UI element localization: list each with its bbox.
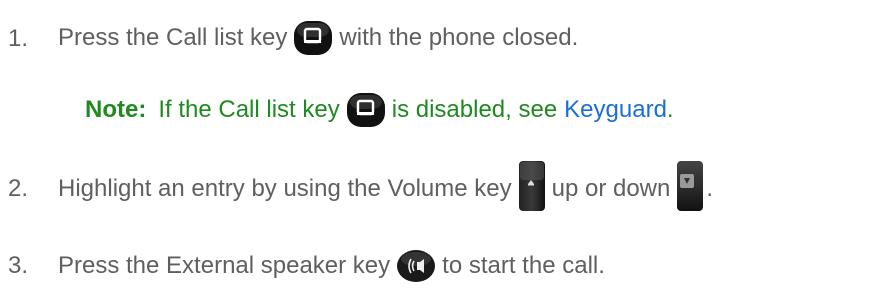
note-label: Note:	[85, 96, 147, 123]
note-text-after: is disabled, see	[391, 96, 558, 123]
step-text: Highlight an entry by using the Volume k…	[58, 161, 714, 211]
step-text-after: with the phone closed.	[339, 24, 579, 51]
step-text: Press the Call list key with the phone c…	[58, 18, 578, 58]
step-text-before: Highlight an entry by using the Volume k…	[58, 175, 512, 202]
step-number: 3.	[8, 252, 29, 279]
step-number: 2.	[8, 175, 29, 202]
step-number: 1.	[8, 25, 29, 52]
call-list-key-icon	[294, 21, 333, 55]
keyguard-link[interactable]: Keyguard	[564, 93, 667, 127]
call-list-key-icon	[346, 93, 385, 127]
step-text-middle: up or down	[551, 175, 671, 202]
step-text-after: .	[706, 175, 714, 202]
note-end: .	[666, 96, 674, 123]
step-text: Press the External speaker key to start …	[58, 246, 605, 286]
step-text-after: to start the call.	[442, 252, 605, 279]
volume-up-key-icon	[518, 161, 545, 211]
external-speaker-key-icon	[397, 250, 436, 282]
volume-down-key-icon	[677, 161, 704, 211]
note-text-before: If the Call list key	[158, 96, 340, 123]
step-text-before: Press the External speaker key	[58, 252, 391, 279]
note-text: Note: If the Call list key is disabled, …	[85, 90, 674, 130]
step-text-before: Press the Call list key	[58, 24, 288, 51]
